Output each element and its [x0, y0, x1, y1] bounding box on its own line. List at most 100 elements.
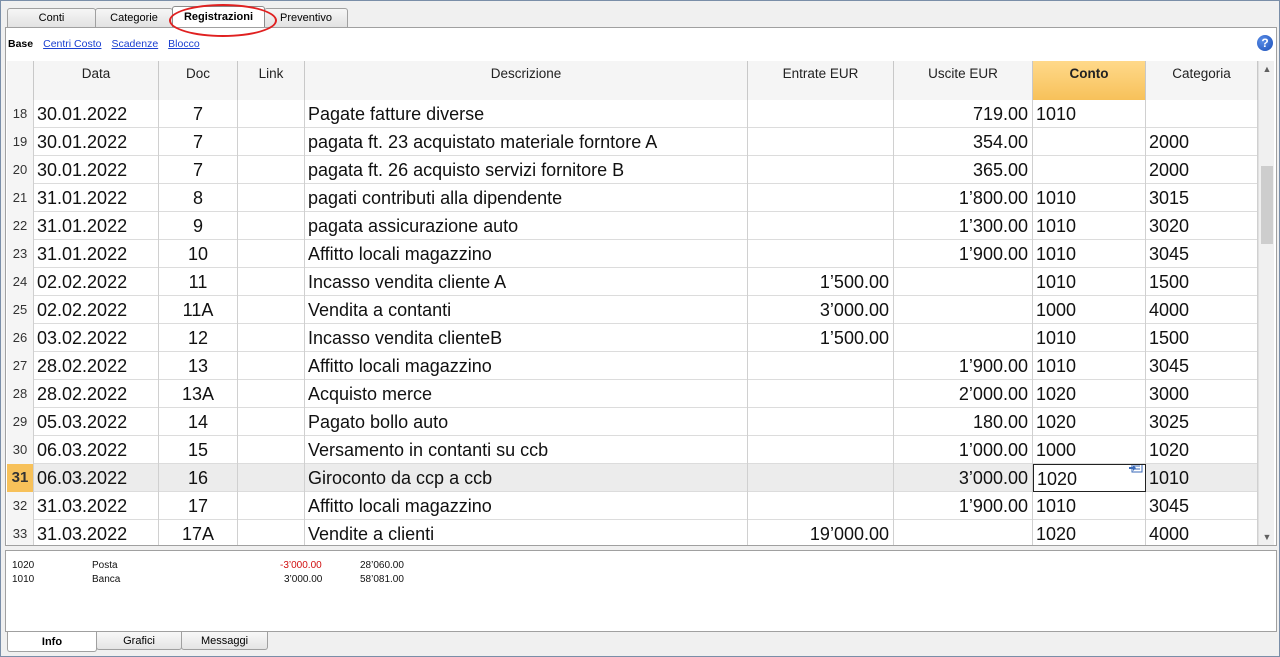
cell-uscite[interactable]	[894, 296, 1033, 324]
cell-uscite[interactable]: 1’300.00	[894, 212, 1033, 240]
scroll-up-icon[interactable]: ▲	[1259, 61, 1275, 77]
cell-entrate[interactable]	[748, 408, 894, 436]
cell-conto[interactable]: 1010	[1033, 268, 1146, 296]
cell-conto[interactable]: 1010	[1033, 492, 1146, 520]
cell-doc[interactable]: 11	[159, 268, 238, 296]
row-number[interactable]: 26	[7, 324, 34, 352]
cell-link[interactable]	[238, 520, 305, 545]
cell-entrate[interactable]	[748, 156, 894, 184]
cell-doc[interactable]: 14	[159, 408, 238, 436]
cell-conto[interactable]: 1020	[1033, 380, 1146, 408]
cell-uscite[interactable]: 3’000.00	[894, 464, 1033, 492]
cell-uscite[interactable]: 1’800.00	[894, 184, 1033, 212]
cell-uscite[interactable]	[894, 520, 1033, 545]
cell-categoria[interactable]: 1500	[1146, 268, 1258, 296]
cell-link[interactable]	[238, 464, 305, 492]
table-row[interactable]: 30 06.03.2022 15 Versamento in contanti su …	[7, 436, 1258, 464]
cell-conto[interactable]: 1010	[1033, 240, 1146, 268]
cell-data[interactable]: 30.01.2022	[34, 100, 159, 128]
header-link[interactable]: Link	[238, 61, 305, 100]
cell-descrizione[interactable]: pagata ft. 23 acquistato materiale fornt…	[305, 128, 748, 156]
cell-categoria[interactable]	[1146, 100, 1258, 128]
cell-entrate[interactable]	[748, 380, 894, 408]
tab-categorie[interactable]: Categorie	[95, 8, 173, 27]
cell-data[interactable]: 31.01.2022	[34, 212, 159, 240]
cell-link[interactable]	[238, 324, 305, 352]
row-number[interactable]: 21	[7, 184, 34, 212]
cell-categoria[interactable]: 3000	[1146, 380, 1258, 408]
cell-doc[interactable]: 13	[159, 352, 238, 380]
row-number[interactable]: 18	[7, 100, 34, 128]
cell-entrate[interactable]	[748, 492, 894, 520]
view-blocco[interactable]: Blocco	[168, 38, 200, 50]
cell-descrizione[interactable]: Giroconto da ccp a ccb	[305, 464, 748, 492]
cell-descrizione[interactable]: pagata assicurazione auto	[305, 212, 748, 240]
cell-conto[interactable]: 1020	[1033, 408, 1146, 436]
header-uscite[interactable]: Uscite EUR	[894, 61, 1033, 100]
row-number[interactable]: 23	[7, 240, 34, 268]
row-number[interactable]: 22	[7, 212, 34, 240]
cell-entrate[interactable]	[748, 436, 894, 464]
cell-descrizione[interactable]: Acquisto merce	[305, 380, 748, 408]
row-number[interactable]: 33	[7, 520, 34, 545]
cell-entrate[interactable]	[748, 184, 894, 212]
view-scadenze[interactable]: Scadenze	[111, 38, 158, 50]
cell-categoria[interactable]: 3025	[1146, 408, 1258, 436]
cell-descrizione[interactable]: Vendita a contanti	[305, 296, 748, 324]
row-number[interactable]: 19	[7, 128, 34, 156]
cell-link[interactable]	[238, 408, 305, 436]
cell-categoria[interactable]: 3015	[1146, 184, 1258, 212]
cell-conto[interactable]: 1010	[1033, 324, 1146, 352]
tab-grafici[interactable]: Grafici	[96, 632, 182, 650]
cell-categoria[interactable]: 1020	[1146, 436, 1258, 464]
cell-uscite[interactable]: 1’900.00	[894, 492, 1033, 520]
cell-entrate[interactable]	[748, 128, 894, 156]
cell-categoria[interactable]: 2000	[1146, 156, 1258, 184]
row-number[interactable]: 31	[7, 464, 34, 492]
cell-descrizione[interactable]: Vendite a clienti	[305, 520, 748, 545]
edit-icon[interactable]	[1129, 464, 1143, 474]
cell-categoria[interactable]: 3020	[1146, 212, 1258, 240]
tab-registrazioni[interactable]: Registrazioni	[172, 6, 265, 27]
header-categoria[interactable]: Categoria	[1146, 61, 1258, 100]
cell-categoria[interactable]: 1500	[1146, 324, 1258, 352]
cell-descrizione[interactable]: Affitto locali magazzino	[305, 352, 748, 380]
cell-link[interactable]	[238, 380, 305, 408]
scroll-thumb[interactable]	[1261, 166, 1273, 244]
cell-descrizione[interactable]: Incasso vendita clienteB	[305, 324, 748, 352]
cell-categoria[interactable]: 4000	[1146, 296, 1258, 324]
cell-descrizione[interactable]: Pagate fatture diverse	[305, 100, 748, 128]
row-number[interactable]: 30	[7, 436, 34, 464]
cell-data[interactable]: 05.03.2022	[34, 408, 159, 436]
tab-info[interactable]: Info	[7, 632, 97, 652]
cell-categoria[interactable]: 3045	[1146, 352, 1258, 380]
cell-doc[interactable]: 11A	[159, 296, 238, 324]
cell-link[interactable]	[238, 100, 305, 128]
header-data[interactable]: Data	[34, 61, 159, 100]
cell-conto[interactable]	[1033, 128, 1146, 156]
cell-data[interactable]: 31.01.2022	[34, 184, 159, 212]
cell-data[interactable]: 31.01.2022	[34, 240, 159, 268]
cell-descrizione[interactable]: Versamento in contanti su ccb	[305, 436, 748, 464]
cell-categoria[interactable]: 4000	[1146, 520, 1258, 545]
cell-doc[interactable]: 16	[159, 464, 238, 492]
cell-link[interactable]	[238, 436, 305, 464]
cell-uscite[interactable]: 2’000.00	[894, 380, 1033, 408]
cell-link[interactable]	[238, 156, 305, 184]
row-number[interactable]: 27	[7, 352, 34, 380]
table-row[interactable]: 21 31.01.2022 8 pagati contributi alla dipe…	[7, 184, 1258, 212]
table-row[interactable]: 33 31.03.2022 17A Vendite a clienti 19’000.0…	[7, 520, 1258, 545]
cell-doc[interactable]: 10	[159, 240, 238, 268]
table-row[interactable]: 20 30.01.2022 7 pagata ft. 26 acquisto serv…	[7, 156, 1258, 184]
cell-doc[interactable]: 8	[159, 184, 238, 212]
cell-doc[interactable]: 15	[159, 436, 238, 464]
cell-doc[interactable]: 7	[159, 100, 238, 128]
scroll-down-icon[interactable]: ▼	[1259, 529, 1275, 545]
cell-descrizione[interactable]: Pagato bollo auto	[305, 408, 748, 436]
cell-link[interactable]	[238, 352, 305, 380]
cell-conto[interactable]: 1010	[1033, 184, 1146, 212]
cell-data[interactable]: 28.02.2022	[34, 352, 159, 380]
cell-doc[interactable]: 9	[159, 212, 238, 240]
cell-data[interactable]: 02.02.2022	[34, 268, 159, 296]
table-row[interactable]: 26 03.02.2022 12 Incasso vendita clienteB 1’…	[7, 324, 1258, 352]
